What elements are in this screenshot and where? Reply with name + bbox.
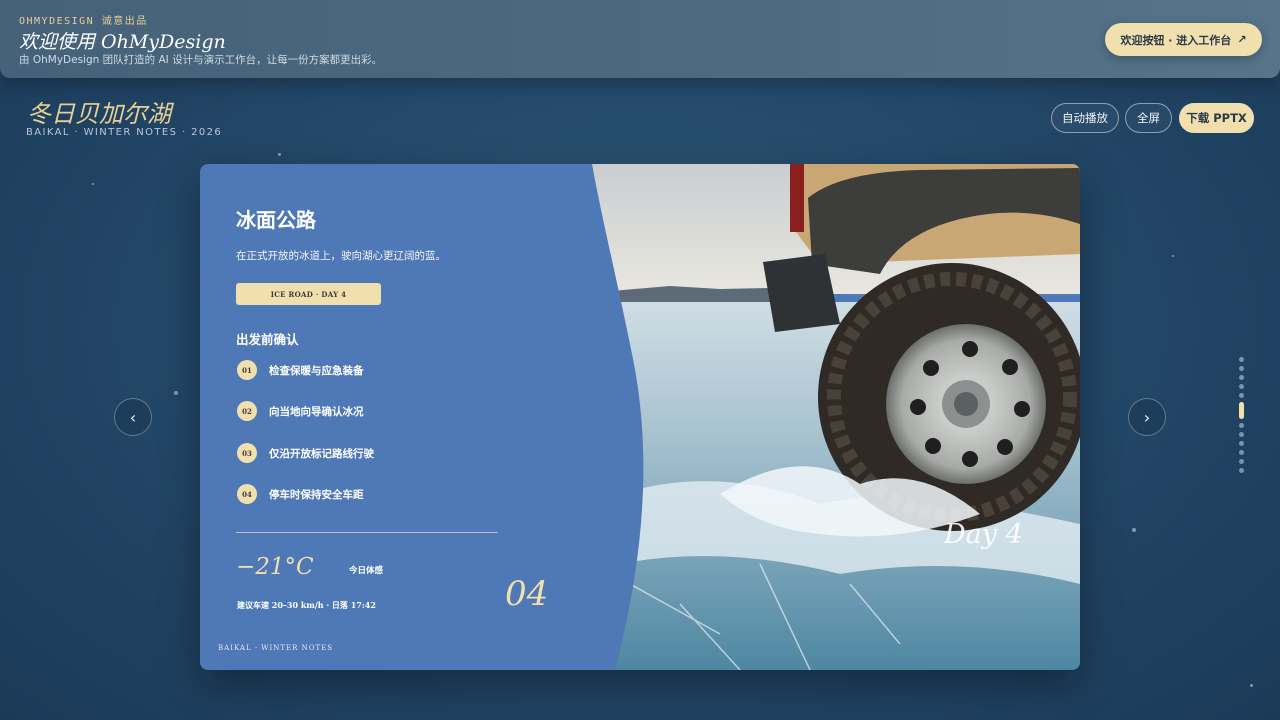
- banner-title: 欢迎使用 OhMyDesign: [19, 31, 226, 53]
- step-number: 01: [237, 360, 257, 380]
- slide-tag: ICE ROAD · DAY 4: [236, 283, 381, 305]
- checklist-item: 01 检查保暖与应急装备: [237, 360, 364, 380]
- divider: [236, 532, 498, 533]
- deck-subtitle: BAIKAL · WINTER NOTES · 2026: [26, 127, 223, 138]
- progress-dot[interactable]: [1238, 384, 1244, 389]
- slide-progress: [1238, 357, 1244, 477]
- checklist-item: 04 停车时保持安全车距: [237, 484, 364, 504]
- step-number: 03: [237, 443, 257, 463]
- snow-speck: [1250, 684, 1253, 687]
- download-pptx-button[interactable]: 下载 PPTX: [1179, 103, 1254, 133]
- progress-dot-active[interactable]: [1238, 402, 1244, 419]
- chevron-left-icon: ‹: [129, 407, 137, 427]
- slide-page-number: 04: [505, 574, 549, 614]
- temperature-label: 今日体感: [349, 566, 384, 576]
- progress-dot[interactable]: [1238, 357, 1244, 362]
- progress-dot[interactable]: [1238, 450, 1244, 455]
- progress-dot[interactable]: [1238, 366, 1244, 371]
- prev-slide-button[interactable]: ‹: [114, 398, 152, 436]
- arrow-up-right-icon: ↗: [1237, 33, 1247, 46]
- deck-title: 冬日贝加尔湖: [27, 100, 171, 128]
- progress-dot[interactable]: [1238, 375, 1244, 380]
- step-label: 检查保暖与应急装备: [269, 364, 364, 377]
- autoplay-button[interactable]: 自动播放: [1051, 103, 1119, 133]
- slide-footer: BAIKAL · WINTER NOTES: [218, 644, 334, 652]
- snow-speck: [1132, 528, 1136, 532]
- checklist-item: 02 向当地向导确认冰况: [237, 401, 364, 421]
- snow-speck: [92, 183, 94, 185]
- progress-dot[interactable]: [1238, 468, 1244, 473]
- slide-card: 冰面公路 在正式开放的冰道上，驶向湖心更辽阔的蓝。 ICE ROAD · DAY…: [200, 164, 1080, 670]
- temperature-value: −21°C: [236, 554, 314, 580]
- slide-title: 冰面公路: [236, 208, 316, 232]
- chevron-right-icon: ›: [1143, 407, 1151, 427]
- progress-dot[interactable]: [1238, 441, 1244, 446]
- enter-workspace-button[interactable]: 欢迎按钮 · 进入工作台 ↗: [1105, 23, 1262, 56]
- checklist-item: 03 仅沿开放标记路线行驶: [237, 443, 374, 463]
- step-number: 02: [237, 401, 257, 421]
- progress-dot[interactable]: [1238, 423, 1244, 428]
- welcome-banner: OHMYDESIGN 诚意出品 欢迎使用 OhMyDesign 由 OhMyDe…: [0, 0, 1280, 78]
- progress-dot[interactable]: [1238, 459, 1244, 464]
- snow-speck: [278, 153, 281, 156]
- slide-lead: 在正式开放的冰道上，驶向湖心更辽阔的蓝。: [236, 250, 446, 262]
- step-label: 停车时保持安全车距: [269, 488, 364, 501]
- checklist-title: 出发前确认: [236, 332, 299, 347]
- next-slide-button[interactable]: ›: [1128, 398, 1166, 436]
- step-number: 04: [237, 484, 257, 504]
- enter-workspace-label: 欢迎按钮 · 进入工作台: [1120, 33, 1232, 47]
- snow-speck: [1172, 255, 1174, 257]
- step-label: 仅沿开放标记路线行驶: [269, 447, 374, 460]
- photo-caption: Day 4: [944, 519, 1023, 550]
- travel-info: 建议车速 20–30 km/h · 日落 17:42: [237, 600, 376, 610]
- banner-subtitle: 由 OhMyDesign 团队打造的 AI 设计与演示工作台，让每一份方案都更出…: [19, 54, 383, 66]
- progress-dot[interactable]: [1238, 393, 1244, 398]
- progress-dot[interactable]: [1238, 432, 1244, 437]
- step-label: 向当地向导确认冰况: [269, 405, 364, 418]
- snow-speck: [174, 391, 178, 395]
- banner-eyebrow: OHMYDESIGN 诚意出品: [19, 16, 148, 27]
- fullscreen-button[interactable]: 全屏: [1125, 103, 1172, 133]
